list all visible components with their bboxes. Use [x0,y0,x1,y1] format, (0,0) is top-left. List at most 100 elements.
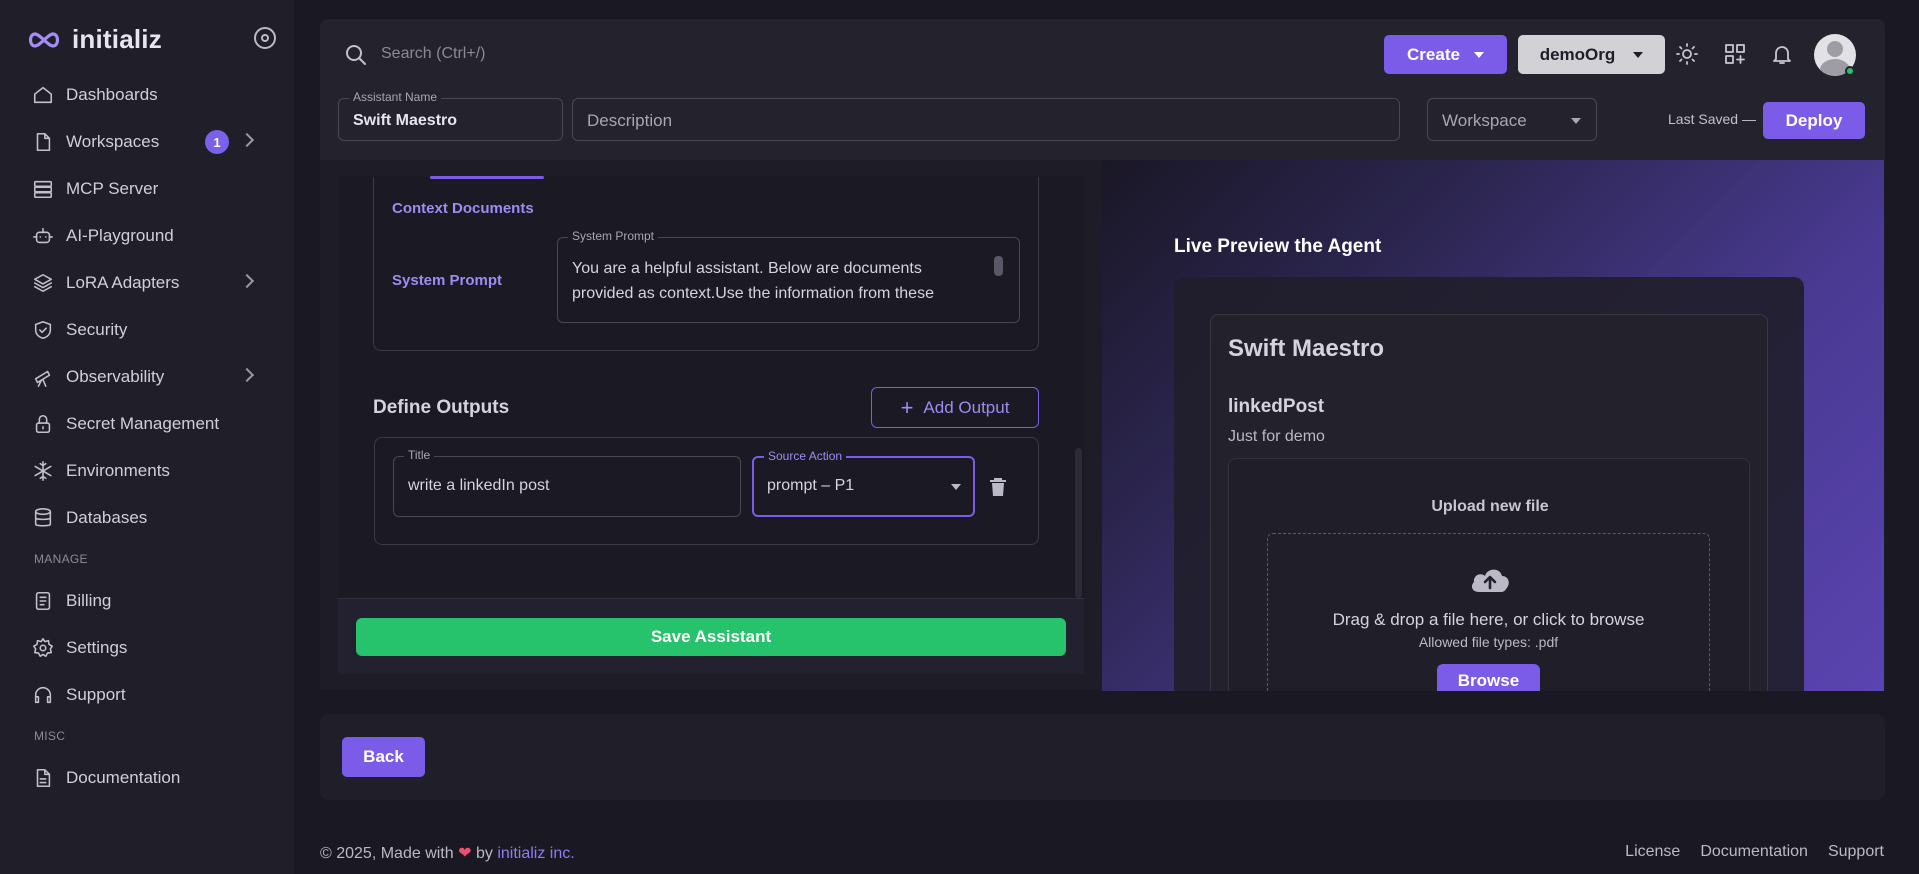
sidebar-item-label: Observability [66,366,165,386]
gear-icon [33,637,53,657]
layers-icon [33,273,53,292]
search-input[interactable]: Search (Ctrl+/) [381,45,485,63]
add-output-button[interactable]: + Add Output [871,387,1039,428]
assistant-name-value: Swift Maestro [353,112,458,129]
search-icon[interactable] [344,43,368,67]
sidebar-collapse-icon[interactable] [254,27,276,49]
footer-link-support[interactable]: Support [1828,843,1884,861]
apps-button[interactable] [1723,42,1747,66]
sidebar-item-label: Workspaces [66,131,160,151]
sidebar-item-dashboards[interactable]: Dashboards [0,71,294,118]
infinity-logo-icon [28,31,60,48]
output-title-field[interactable]: Title write a linkedIn post [393,448,741,517]
preview-agent-name: Swift Maestro [1228,335,1385,362]
lock-icon [35,414,51,433]
footer-link-license[interactable]: License [1625,843,1680,861]
sidebar-item-label: Support [66,684,126,704]
heart-icon: ❤ [458,845,472,862]
online-status-dot [1845,66,1855,76]
database-icon [34,507,52,527]
drop-instructions: Drag & drop a file here, or click to bro… [1332,610,1645,629]
sidebar-item-settings[interactable]: Settings [0,624,294,671]
footer-link-documentation[interactable]: Documentation [1700,843,1808,861]
system-prompt-link[interactable]: System Prompt [392,272,502,289]
browse-button[interactable]: Browse [1437,664,1540,691]
robot-icon [33,227,53,243]
back-bar [320,714,1885,800]
define-outputs-title: Define Outputs [373,397,510,418]
preview-output-name: linkedPost [1228,396,1325,417]
sidebar-item-databases[interactable]: Databases [0,494,294,541]
upload-card: Upload new file Drag & drop a file here,… [1228,458,1750,691]
file-drop-zone[interactable]: Drag & drop a file here, or click to bro… [1267,533,1710,691]
caret-down-icon [1473,51,1484,58]
config-scrollbar[interactable] [1075,448,1082,598]
server-icon [33,180,53,198]
file-icon [36,132,51,151]
caret-down-icon [1633,51,1644,58]
sidebar-item-documentation[interactable]: Documentation [0,754,294,801]
sidebar-item-label: Environments [66,460,170,480]
system-prompt-text: You are a helpful assistant. Below are d… [572,260,934,302]
caret-down-icon [1571,118,1581,124]
org-label: demoOrg [1539,44,1616,64]
brand-name: initializ [72,24,162,54]
textarea-scrollbar[interactable] [994,256,1003,276]
snowflake-icon [34,460,52,481]
home-icon [33,86,53,103]
logo[interactable]: initializ [26,24,162,55]
active-tab-indicator [430,176,544,179]
sidebar-item-environments[interactable]: Environments [0,447,294,494]
create-button[interactable]: Create [1384,35,1507,74]
sidebar-item-ai-playground[interactable]: AI-Playground [0,212,294,259]
plus-icon: + [900,394,914,420]
avatar-head [1827,41,1843,57]
preview-output-desc: Just for demo [1228,428,1325,445]
description-field[interactable]: Description [572,98,1400,141]
chevron-right-icon [239,273,255,289]
source-action-select[interactable]: Source Action prompt – P1 [752,449,975,517]
context-documents-link[interactable]: Context Documents [392,200,534,217]
sun-icon [1676,43,1698,65]
sidebar-item-label: Billing [66,590,112,610]
copyright-text: © 2025, Made with [320,845,454,862]
section-label-misc: MISC [34,729,66,743]
assistant-name-field[interactable]: Assistant Name Swift Maestro [338,90,563,141]
sidebar-item-billing[interactable]: Billing [0,577,294,624]
receipt-icon [35,591,51,610]
sidebar-item-label: LoRA Adapters [66,272,180,292]
sidebar-item-workspaces[interactable]: Workspaces 1 [0,118,294,165]
sidebar-item-label: Security [66,319,128,339]
sidebar-item-observability[interactable]: Observability [0,353,294,400]
output-title-label: Title [404,448,435,462]
workspace-placeholder: Workspace [1442,111,1527,130]
notifications-button[interactable] [1770,42,1794,66]
delete-icon[interactable] [989,477,1007,497]
description-placeholder: Description [587,111,673,130]
sidebar-item-label: Secret Management [66,413,220,433]
document-icon [36,768,51,787]
sidebar-item-label: Documentation [66,767,181,787]
deploy-button[interactable]: Deploy [1763,102,1865,139]
sidebar-item-support[interactable]: Support [0,671,294,718]
apps-grid-icon [1725,44,1745,64]
back-button[interactable]: Back [342,737,425,777]
system-prompt-field[interactable]: System Prompt You are a helpful assistan… [557,229,1020,323]
sidebar-item-label: AI-Playground [66,225,174,245]
sidebar-item-security[interactable]: Security [0,306,294,353]
sidebar-item-label: Settings [66,637,128,657]
sidebar-item-mcp-server[interactable]: MCP Server [0,165,294,212]
sidebar-item-secret-management[interactable]: Secret Management [0,400,294,447]
save-assistant-button[interactable]: Save Assistant [356,618,1066,656]
sidebar-item-lora-adapters[interactable]: LoRA Adapters [0,259,294,306]
company-link[interactable]: initializ inc. [497,845,574,862]
sidebar-nav: Dashboards Workspaces 1 MCP Server AI-Pl… [0,71,294,801]
bell-icon [1773,46,1791,64]
preview-title: Live Preview the Agent [1174,236,1382,257]
workspace-select[interactable]: Workspace [1427,98,1597,141]
org-selector[interactable]: demoOrg [1518,35,1665,74]
add-output-label: Add Output [923,397,1010,417]
theme-toggle[interactable] [1675,42,1699,66]
footer-links: License Documentation Support [1625,843,1884,861]
section-label-manage: MANAGE [34,552,88,566]
